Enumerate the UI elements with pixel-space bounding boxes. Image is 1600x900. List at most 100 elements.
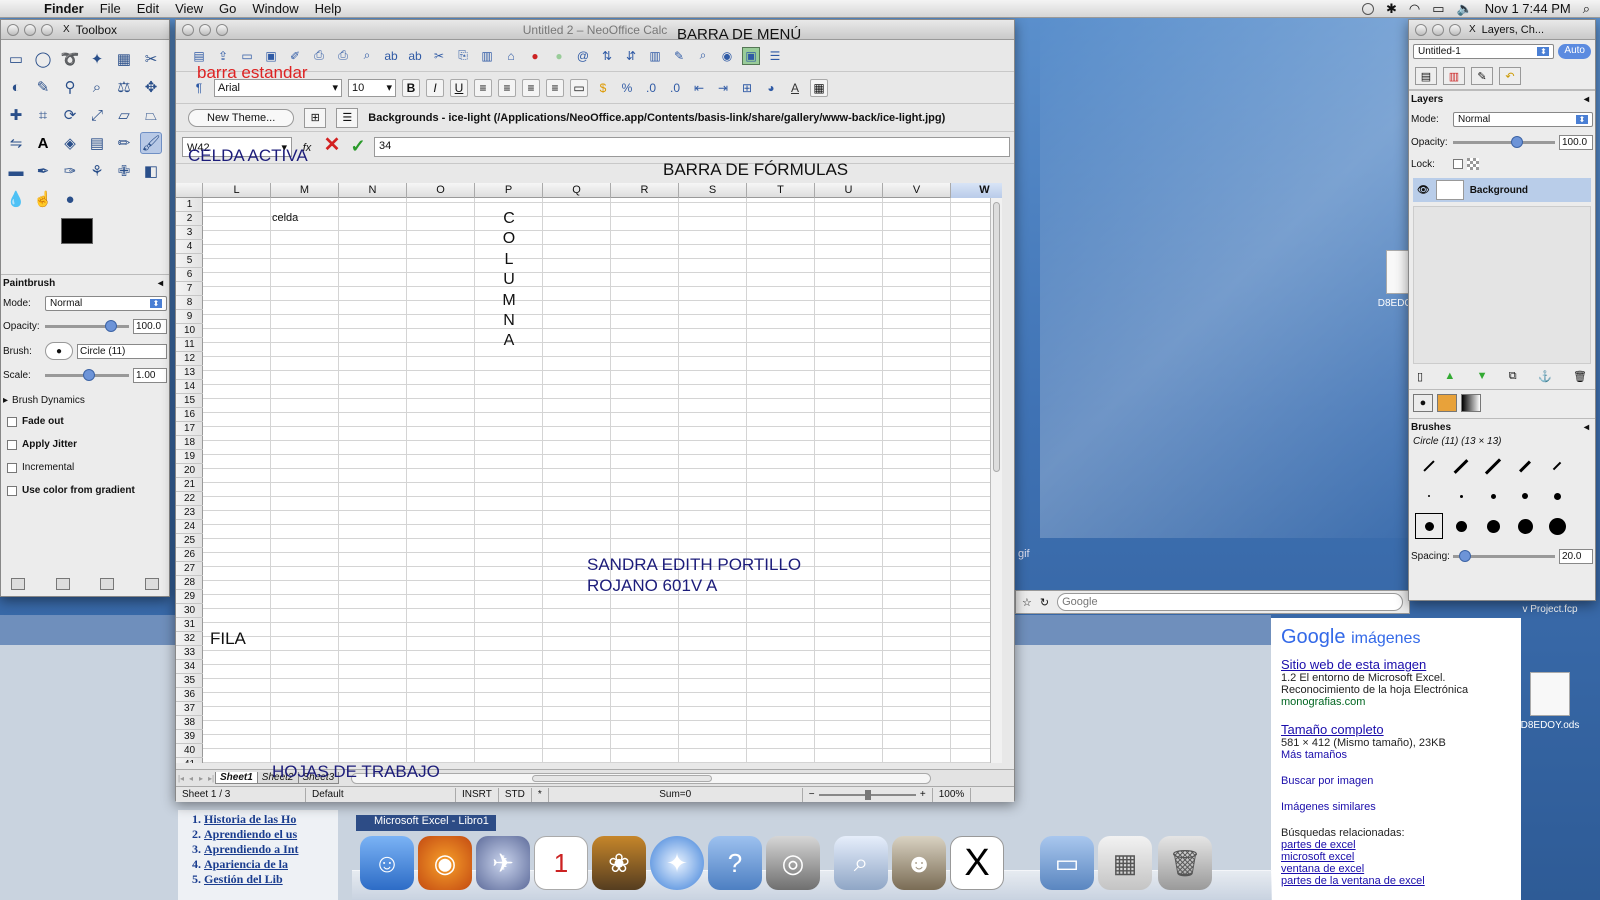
desktop-icon-ods[interactable]: D8EDOY.ods [1520,672,1580,731]
row-header-24[interactable]: 24 [176,520,203,534]
menu-view[interactable]: View [167,1,211,16]
brush-option[interactable] [1447,513,1475,539]
rect-select-icon[interactable]: ▭ [5,48,27,70]
related-link-2[interactable]: microsoft excel [1281,851,1511,863]
layers-titlebar[interactable]: X Layers, Ch... [1409,20,1595,40]
similar-images-link[interactable]: Imágenes similares [1281,801,1511,813]
row-header-34[interactable]: 34 [176,660,203,674]
menu-go[interactable]: Go [211,1,244,16]
row-header-39[interactable]: 39 [176,730,203,744]
incremental-checkbox[interactable]: Incremental [1,456,169,479]
patterns-tab-icon[interactable] [1437,394,1457,412]
align-left-button[interactable]: ≡ [474,78,492,97]
undo-icon[interactable]: ● [526,47,544,65]
airbrush-icon[interactable]: ✒ [32,160,54,182]
mail-dock-icon[interactable]: ✈ [476,836,530,890]
webpage-link-2[interactable]: Aprendiendo el us [204,827,330,842]
brush-preview-icon[interactable]: ● [45,342,73,360]
first-sheet-icon[interactable]: |◂ [176,774,186,783]
spotlight-icon[interactable]: ⌕ [1583,1,1590,17]
brushes-tab-icon[interactable]: ● [1413,394,1433,412]
anchor-layer-icon[interactable]: ⚓ [1538,370,1552,383]
webpage-link-3[interactable]: Aprendiendo a Int [204,842,330,857]
row-header-27[interactable]: 27 [176,562,203,576]
row-header-7[interactable]: 7 [176,282,203,296]
layer-mode-select[interactable]: Normal ⬍ [1453,112,1593,127]
cell-m2[interactable]: celda [272,212,298,224]
next-sheet-icon[interactable]: ▸ [196,774,206,783]
select-all-corner[interactable] [176,183,203,198]
decrease-indent-icon[interactable]: ⇤ [690,79,708,97]
status-insert-mode[interactable]: INSRT [456,787,499,802]
toggle-grid-button[interactable]: ▦ [810,78,828,97]
clone-icon[interactable]: ⚘ [86,160,108,182]
slider-knob[interactable] [105,320,117,332]
mode-select[interactable]: Normal ⬍ [45,296,167,311]
column-header-m[interactable]: M [271,183,339,198]
row-header-6[interactable]: 6 [176,268,203,282]
row-header-15[interactable]: 15 [176,394,203,408]
row-header-20[interactable]: 20 [176,464,203,478]
align-icon[interactable]: ✚ [5,104,27,126]
row-header-29[interactable]: 29 [176,590,203,604]
increase-indent-icon[interactable]: ⇥ [714,79,732,97]
brush-option[interactable] [1479,513,1507,539]
zoom-button[interactable] [41,23,53,36]
site-link[interactable]: Sitio web de esta imagen [1281,657,1511,672]
scale-icon[interactable]: ⤢ [86,104,108,126]
brush-grid[interactable] [1409,447,1595,545]
row-header-3[interactable]: 3 [176,226,203,240]
minimize-button[interactable] [1432,23,1444,36]
related-link-1[interactable]: partes de excel [1281,839,1511,851]
row-header-8[interactable]: 8 [176,296,203,310]
delete-layer-icon[interactable]: 🗑 [1573,370,1587,383]
minimize-button[interactable] [24,23,36,36]
sort-descending-icon[interactable]: ⇵ [622,47,640,65]
row-header-23[interactable]: 23 [176,506,203,520]
gallery-icon[interactable]: ▣ [742,46,760,65]
close-button[interactable] [182,23,194,36]
close-button[interactable] [7,23,19,36]
brush-dynamics-row[interactable]: ▸ Brush Dynamics [1,387,169,410]
restore-options-icon[interactable] [55,578,70,590]
pencil-icon[interactable]: ✏ [113,132,135,154]
zoom-button[interactable] [1449,23,1461,36]
menu-app-finder[interactable]: Finder [36,1,92,16]
layers-tab-icon[interactable]: ▤ [1415,67,1437,85]
paths-icon[interactable]: ✎ [32,76,54,98]
blur-icon[interactable]: 💧 [5,188,27,210]
slider-knob[interactable] [83,369,95,381]
gimp-dock-icon[interactable]: ☻ [892,836,946,890]
scroll-thumb[interactable] [993,202,1000,472]
tab-sheet1[interactable]: Sheet1 [215,772,258,784]
vertical-scrollbar[interactable] [990,198,1002,763]
layer-opacity-slider[interactable] [1453,136,1555,148]
auto-button[interactable]: Auto [1558,44,1591,59]
blend-icon[interactable]: ▤ [86,132,108,154]
brush-option[interactable] [1447,453,1475,479]
column-header-q[interactable]: Q [543,183,611,198]
scissors-icon[interactable]: ✂ [140,48,162,70]
status-zoom[interactable]: 100% [933,787,972,802]
toolbox-titlebar[interactable]: X Toolbox [1,20,169,40]
lock-checkbox[interactable] [1453,159,1463,169]
row-header-26[interactable]: 26 [176,548,203,562]
column-header-w[interactable]: W [951,183,1002,198]
foreground-select-icon[interactable]: ◐ [5,76,27,98]
zoom-icon[interactable]: ⌕ [86,76,108,98]
visibility-eye-icon[interactable]: 👁 [1417,185,1430,196]
ink-icon[interactable]: ✑ [59,160,81,182]
zoom-button[interactable] [216,23,228,36]
row-header-38[interactable]: 38 [176,716,203,730]
row-header-5[interactable]: 5 [176,254,203,268]
color-picker-icon[interactable]: ⚲ [59,76,81,98]
print-icon[interactable]: ⎙ [334,47,352,65]
channels-tab-icon[interactable]: ▥ [1443,67,1465,85]
applications-folder-dock-icon[interactable]: ▭ [1040,836,1094,890]
borders-icon[interactable]: ⊞ [738,79,756,97]
slider-knob[interactable] [1459,550,1471,562]
row-header-28[interactable]: 28 [176,576,203,590]
finder-dock-icon[interactable]: ☺ [360,836,414,890]
search-by-image-link[interactable]: Buscar por imagen [1281,775,1511,787]
safari-dock-icon[interactable]: ✦ [650,836,704,890]
